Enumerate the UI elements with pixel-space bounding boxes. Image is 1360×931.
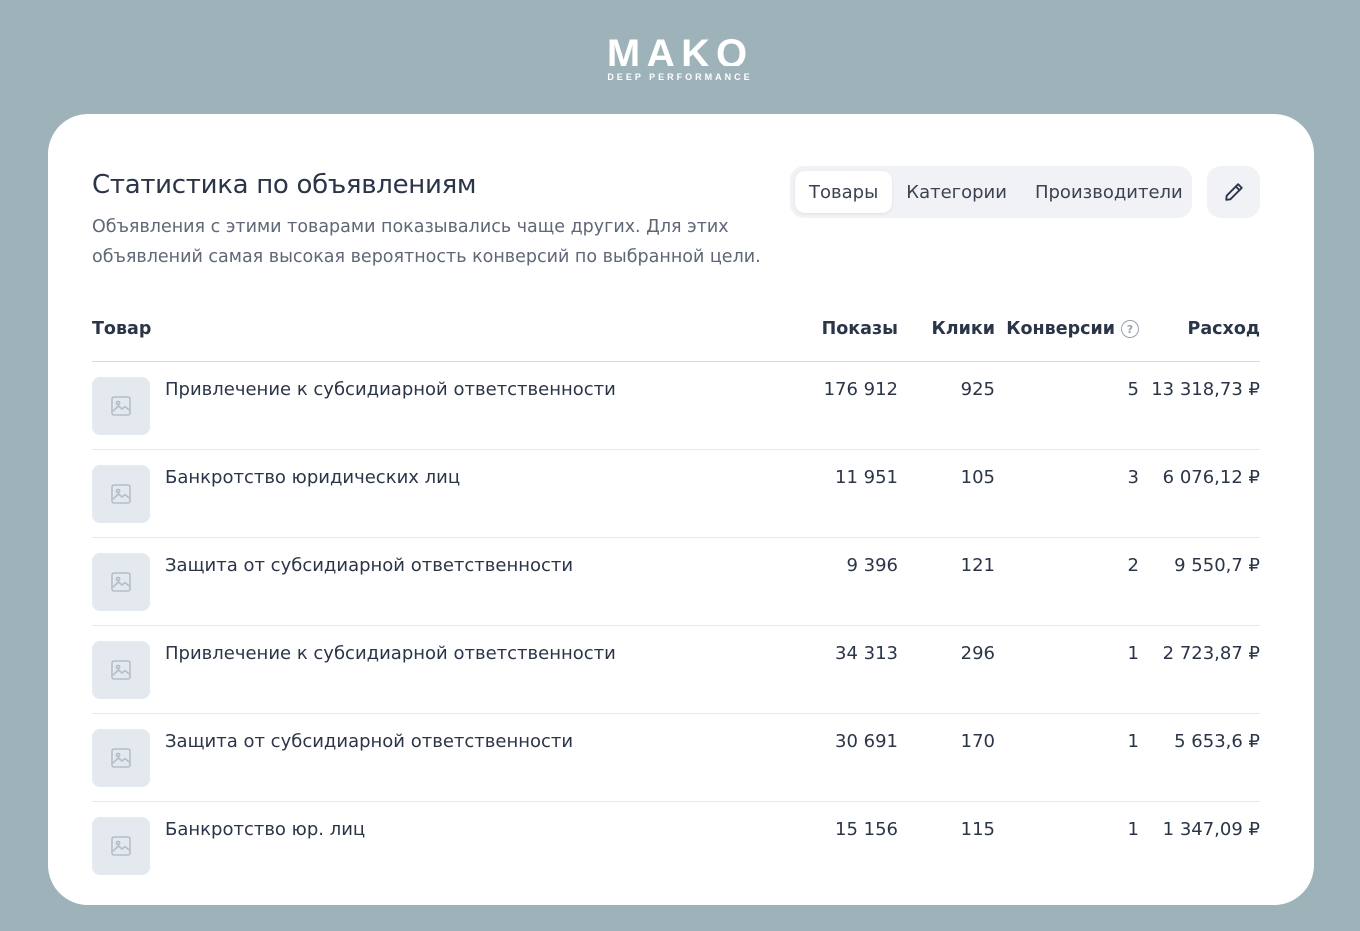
stats-table: Товар Показы Клики Конверсии ? Расход Пр… (92, 306, 1260, 890)
image-placeholder-icon (92, 641, 150, 699)
cost-value: 6 076,12 ₽ (1162, 467, 1260, 488)
table-row[interactable]: Привлечение к субсидиарной ответственнос… (92, 362, 1260, 450)
cost-value: 9 550,7 ₽ (1174, 555, 1260, 576)
clicks-value: 170 (960, 731, 995, 752)
header-conversions-label: Конверсии (1006, 319, 1115, 339)
table-header: Товар Показы Клики Конверсии ? Расход (92, 306, 1260, 362)
tab-manufacturers[interactable]: Производители (1021, 171, 1197, 213)
header-product[interactable]: Товар (92, 319, 151, 339)
tab-products[interactable]: Товары (795, 171, 893, 213)
header-clicks[interactable]: Клики (931, 319, 995, 339)
shows-value: 176 912 (823, 379, 898, 400)
product-name[interactable]: Защита от субсидиарной ответственности (165, 731, 573, 752)
product-name[interactable]: Банкротство юр. лиц (165, 819, 365, 840)
product-name[interactable]: Привлечение к субсидиарной ответственнос… (165, 379, 616, 400)
conversions-value: 1 (1127, 731, 1139, 752)
tab-categories[interactable]: Категории (892, 171, 1021, 213)
table-row[interactable]: Привлечение к субсидиарной ответственнос… (92, 626, 1260, 714)
cost-value: 2 723,87 ₽ (1162, 643, 1260, 664)
header-conversions[interactable]: Конверсии ? (1006, 319, 1139, 339)
image-placeholder-icon (92, 729, 150, 787)
shows-value: 9 396 (846, 555, 898, 576)
product-name[interactable]: Банкротство юридических лиц (165, 467, 460, 488)
stats-card: Статистика по объявлениям Объявления с э… (48, 114, 1314, 905)
conversions-value: 1 (1127, 643, 1139, 664)
conversions-value: 2 (1127, 555, 1139, 576)
logo-wordmark: MAKO (606, 34, 754, 66)
shows-value: 11 951 (835, 467, 898, 488)
edit-button[interactable] (1207, 166, 1260, 218)
brand-logo: MAKO DEEP PERFORMANCE (0, 34, 1360, 82)
header-shows[interactable]: Показы (822, 319, 898, 339)
subtitle-line: Объявления с этими товарами показывались… (92, 217, 729, 237)
cost-value: 13 318,73 ₽ (1151, 379, 1260, 400)
card-subtitle: Объявления с этими товарами показывались… (92, 212, 782, 272)
table-row[interactable]: Банкротство юридических лиц 11 951 105 3 6 0… (92, 450, 1260, 538)
product-name[interactable]: Привлечение к субсидиарной ответственнос… (165, 643, 616, 664)
conversions-value: 1 (1127, 819, 1139, 840)
card-title: Статистика по объявлениям (92, 170, 477, 200)
question-circle-icon[interactable]: ? (1121, 320, 1139, 338)
subtitle-line: объявлений самая высокая вероятность кон… (92, 247, 761, 267)
cost-value: 5 653,6 ₽ (1174, 731, 1260, 752)
product-name[interactable]: Защита от субсидиарной ответственности (165, 555, 573, 576)
clicks-value: 121 (960, 555, 995, 576)
shows-value: 34 313 (835, 643, 898, 664)
image-placeholder-icon (92, 817, 150, 875)
clicks-value: 105 (960, 467, 995, 488)
conversions-value: 3 (1127, 467, 1139, 488)
grouping-tabs: Товары Категории Производители (790, 166, 1192, 218)
clicks-value: 115 (960, 819, 995, 840)
image-placeholder-icon (92, 465, 150, 523)
shows-value: 15 156 (835, 819, 898, 840)
shows-value: 30 691 (835, 731, 898, 752)
table-row[interactable]: Защита от субсидиарной ответственности 30… (92, 714, 1260, 802)
table-row[interactable]: Банкротство юр. лиц 15 156 115 1 1 347,09 ₽ (92, 802, 1260, 890)
logo-tagline: DEEP PERFORMANCE (607, 72, 753, 82)
table-row[interactable]: Защита от субсидиарной ответственности 9 … (92, 538, 1260, 626)
conversions-value: 5 (1127, 379, 1139, 400)
cost-value: 1 347,09 ₽ (1162, 819, 1260, 840)
image-placeholder-icon (92, 377, 150, 435)
header-cost[interactable]: Расход (1188, 319, 1260, 339)
pencil-icon (1224, 183, 1243, 201)
clicks-value: 925 (960, 379, 995, 400)
clicks-value: 296 (960, 643, 995, 664)
image-placeholder-icon (92, 553, 150, 611)
